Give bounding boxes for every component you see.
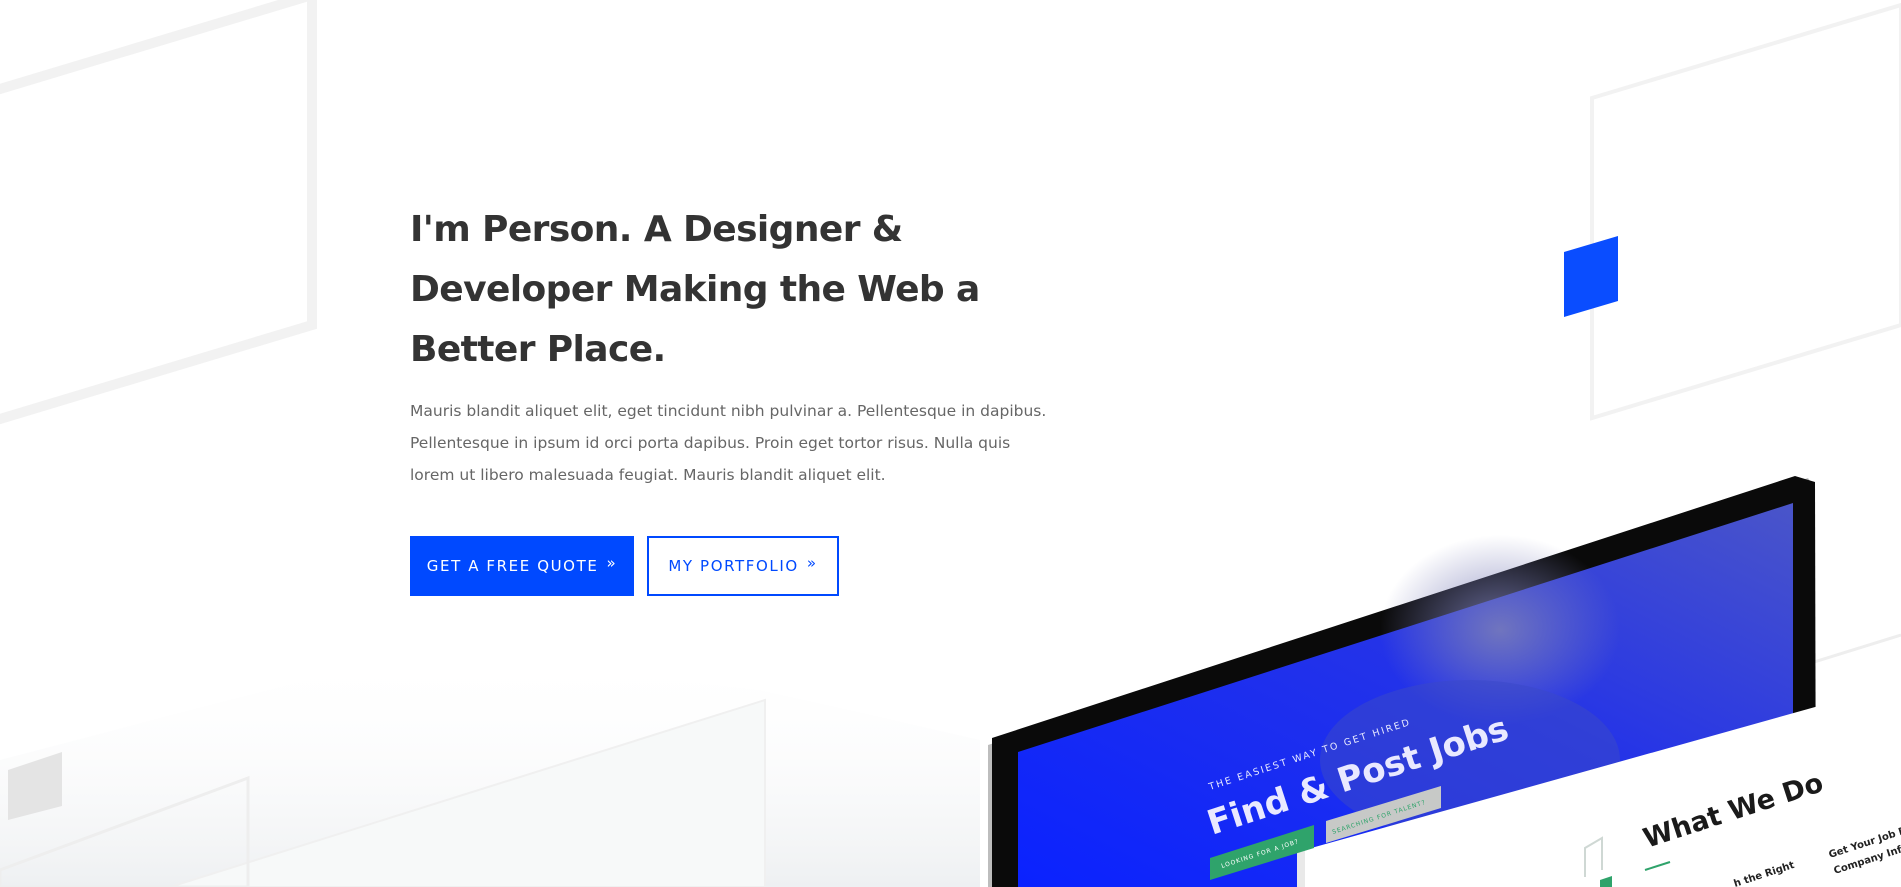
monitor-mockup [988, 476, 1901, 887]
hero-buttons: GET A FREE QUOTE » MY PORTFOLIO » [410, 536, 1060, 596]
bg-panel-top-right [1590, 2, 1901, 421]
hero-section: I'm Person. A Designer & Developer Makin… [410, 200, 1060, 596]
hero-description: Mauris blandit aliquet elit, eget tincid… [410, 402, 1047, 484]
blue-accent-shape [1564, 236, 1618, 317]
portfolio-button[interactable]: MY PORTFOLIO » [647, 536, 839, 596]
bg-panel-top-left [0, 0, 317, 425]
chevron-right-icon: » [806, 553, 818, 572]
get-quote-button[interactable]: GET A FREE QUOTE » [410, 536, 634, 596]
get-quote-label: GET A FREE QUOTE [426, 557, 599, 575]
chevron-right-icon: » [606, 553, 618, 572]
hero-title: I'm Person. A Designer & Developer Makin… [410, 209, 980, 370]
portfolio-label: MY PORTFOLIO [668, 557, 799, 575]
